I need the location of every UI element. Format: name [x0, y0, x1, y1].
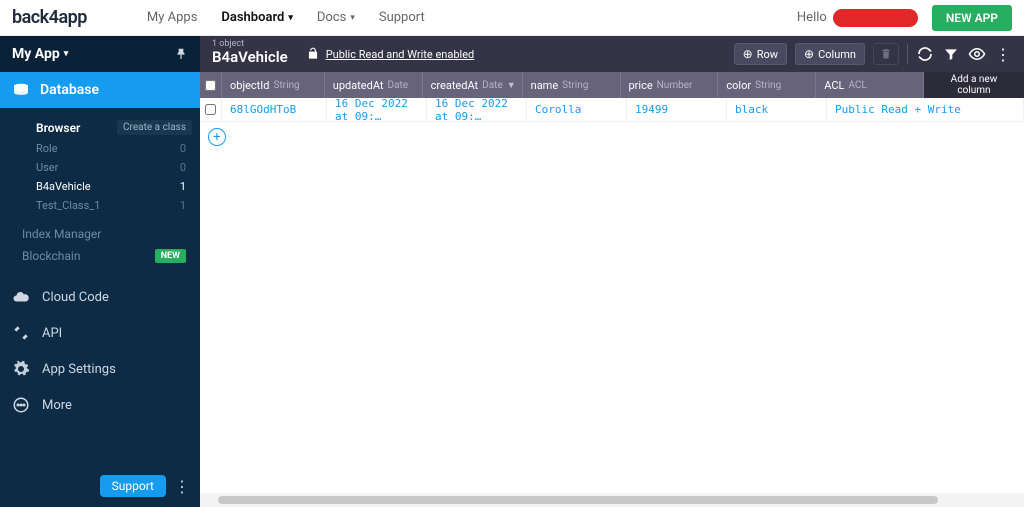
col-name[interactable]: nameString [523, 72, 621, 98]
nav-dashboard[interactable]: Dashboard ▾ [221, 10, 292, 25]
sidebar-item-api[interactable]: API [0, 315, 200, 351]
cell-price[interactable]: 19499 [627, 98, 727, 121]
cell-acl[interactable]: Public Read + Write [827, 98, 1024, 121]
gear-icon [12, 360, 30, 378]
filter-icon[interactable] [942, 45, 960, 63]
top-nav: back4app My Apps Dashboard ▾ Docs ▾ Supp… [0, 0, 1024, 36]
new-app-button[interactable]: NEW APP [932, 5, 1012, 31]
sidebar-item-more[interactable]: More [0, 387, 200, 423]
refresh-icon[interactable] [916, 45, 934, 63]
add-row-circle[interactable]: + [208, 128, 226, 146]
class-item-user[interactable]: User0 [22, 158, 200, 177]
col-acl[interactable]: ACLACL [816, 72, 924, 98]
chevron-down-icon: ▾ [64, 49, 69, 59]
chevron-down-icon: ▾ [350, 13, 355, 23]
class-item-role[interactable]: Role0 [22, 139, 200, 158]
more-icon [12, 396, 30, 414]
pin-icon[interactable] [174, 47, 188, 61]
nav-myapps[interactable]: My Apps [147, 10, 198, 25]
plus-icon: ⊕ [743, 47, 753, 61]
cell-color[interactable]: black [727, 98, 827, 121]
chevron-down-icon: ▾ [288, 13, 293, 23]
support-button[interactable]: Support [100, 475, 166, 497]
sidebar-item-database[interactable]: Database [0, 72, 200, 108]
class-item-b4avehicle[interactable]: B4aVehicle1 [22, 177, 200, 196]
sort-desc-icon: ▼ [507, 80, 516, 91]
create-class-button[interactable]: Create a class [117, 120, 192, 135]
plus-icon: ⊕ [804, 47, 814, 61]
sidebar-item-settings[interactable]: App Settings [0, 351, 200, 387]
horizontal-scrollbar[interactable] [200, 493, 1024, 507]
logo[interactable]: back4app [12, 7, 87, 28]
class-title: B4aVehicle [212, 48, 288, 66]
plug-icon [12, 324, 30, 342]
app-selector[interactable]: My App ▾ [0, 36, 200, 72]
hello-label: Hello [797, 10, 827, 25]
object-count: 1 object [212, 39, 244, 49]
browser-header: Browser Create a class [22, 116, 200, 139]
cell-createdat[interactable]: 16 Dec 2022 at 09:… [427, 98, 527, 121]
sidebar-item-cloudcode[interactable]: Cloud Code [0, 279, 200, 315]
cell-objectid[interactable]: 68lGOdHToB [222, 98, 327, 121]
nav-docs[interactable]: Docs ▾ [317, 10, 355, 25]
kebab-icon[interactable]: ⋮ [994, 45, 1012, 63]
content: 1 object B4aVehicle Public Read and Writ… [200, 36, 1024, 507]
col-price[interactable]: priceNumber [621, 72, 719, 98]
col-updatedat[interactable]: updatedAtDate [325, 72, 423, 98]
col-color[interactable]: colorString [718, 72, 816, 98]
col-createdat[interactable]: createdAtDate▼ [423, 72, 523, 98]
add-column-button[interactable]: ⊕Column [795, 43, 865, 65]
cloud-icon [12, 288, 30, 306]
nav-items: My Apps Dashboard ▾ Docs ▾ Support [147, 10, 425, 25]
add-new-column-button[interactable]: Add a new column [924, 72, 1024, 98]
select-all-checkbox[interactable] [200, 72, 222, 98]
security-link[interactable]: Public Read and Write enabled [326, 48, 475, 61]
col-objectid[interactable]: objectIdString [222, 72, 325, 98]
sidebar: My App ▾ Database Browser Create a class… [0, 36, 200, 507]
eye-icon[interactable] [968, 45, 986, 63]
class-item-testclass1[interactable]: Test_Class_11 [22, 196, 200, 215]
nav-support[interactable]: Support [379, 10, 425, 25]
sidebar-blockchain[interactable]: BlockchainNEW [0, 245, 200, 267]
add-row-button[interactable]: ⊕Row [734, 43, 787, 65]
user-redacted [833, 9, 918, 27]
sidebar-index-manager[interactable]: Index Manager [0, 223, 200, 245]
table-row[interactable]: 68lGOdHToB 16 Dec 2022 at 09:… 16 Dec 20… [200, 98, 1024, 122]
database-icon [12, 83, 30, 97]
delete-button[interactable] [873, 43, 899, 65]
table-header: 1 object B4aVehicle Public Read and Writ… [200, 36, 1024, 72]
unlock-icon [306, 47, 320, 61]
kebab-icon[interactable]: ⋮ [174, 477, 190, 496]
column-headers: objectIdString updatedAtDate createdAtDa… [200, 72, 1024, 98]
cell-updatedat[interactable]: 16 Dec 2022 at 09:… [327, 98, 427, 121]
new-badge: NEW [155, 249, 186, 263]
cell-name[interactable]: Corolla [527, 98, 627, 121]
row-checkbox[interactable] [200, 98, 222, 121]
